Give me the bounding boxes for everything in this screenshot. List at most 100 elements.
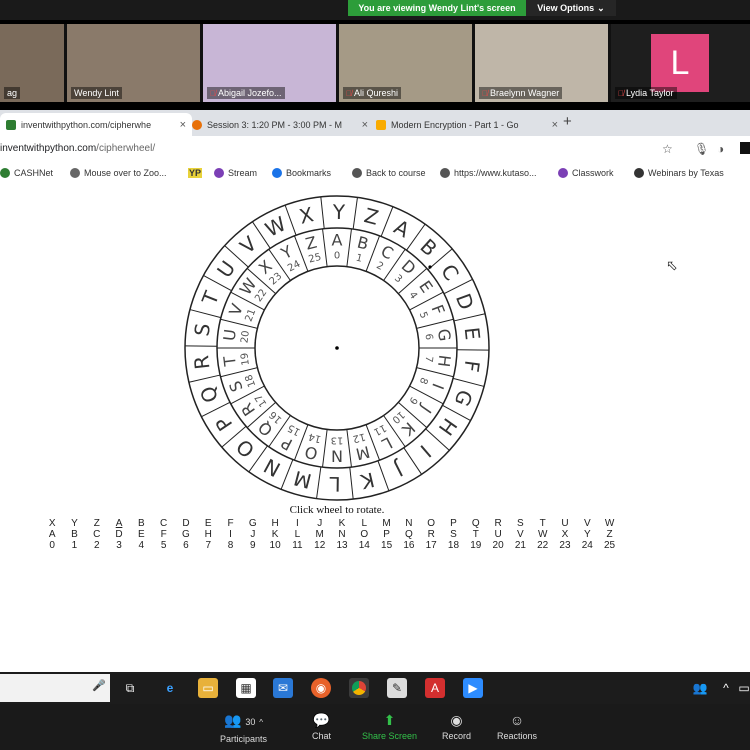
participant-name: 🎙̸ Lydia Taylor: [615, 87, 677, 99]
url-path: /cipherwheel/: [96, 143, 156, 154]
table-cell: W: [604, 518, 615, 529]
network-icon[interactable]: ▭: [734, 678, 750, 698]
acrobat-icon[interactable]: A: [425, 678, 445, 698]
table-cell: A: [48, 529, 56, 540]
emoji-icon: ☺: [509, 712, 525, 728]
bookmark-item[interactable]: CASHNet: [0, 168, 53, 178]
participant-tile[interactable]: 🎙̸ Braelynn Wagner: [475, 24, 608, 102]
participant-name: 🎙̸ Ali Qureshi: [343, 87, 402, 99]
address-bar: inventwithpython.com/cipherwheel/ ☆ 🎙 ◑: [0, 136, 750, 163]
inner-number: 20: [239, 330, 251, 344]
inner-letter: A: [332, 231, 343, 250]
participants-button[interactable]: 👥 30 ^ Participants: [220, 712, 267, 744]
view-options-label: View Options: [537, 3, 595, 13]
record-button[interactable]: ◉ Record: [442, 712, 471, 741]
table-cell: 0: [49, 540, 55, 551]
url-field[interactable]: inventwithpython.com/cipherwheel/: [0, 143, 155, 154]
bookmark-item[interactable]: Bookmarks: [272, 168, 331, 178]
table-cell: Z: [606, 529, 613, 540]
participant-tile[interactable]: Wendy Lint: [67, 24, 200, 102]
table-cell: Y: [583, 529, 591, 540]
store-icon[interactable]: ▦: [236, 678, 256, 698]
star-icon[interactable]: ☆: [662, 142, 673, 156]
table-cell: F: [160, 529, 167, 540]
muted-mic-icon: 🎙̸: [618, 88, 624, 98]
tab-cipherwheel[interactable]: inventwithpython.com/cipherwhe ×: [0, 113, 192, 136]
table-cell: Y: [71, 518, 78, 529]
chevron-up-icon[interactable]: ^: [716, 678, 736, 698]
participant-tile[interactable]: ag: [0, 24, 64, 102]
table-cell: V: [517, 529, 524, 540]
table-cell: T: [472, 529, 479, 540]
firefox-icon[interactable]: ◉: [311, 678, 331, 698]
table-cell: 17: [425, 540, 437, 551]
extension-icon[interactable]: ◑: [717, 142, 724, 156]
microphone-icon[interactable]: 🎙: [694, 142, 709, 156]
mail-icon[interactable]: ✉: [273, 678, 293, 698]
microphone-icon[interactable]: 🎤: [92, 679, 106, 692]
participant-name: 🎙̸ Braelynn Wagner: [479, 87, 563, 99]
people-icon: 👥: [224, 712, 242, 728]
table-cell: 19: [470, 540, 482, 551]
bookmark-item[interactable]: Back to course: [352, 168, 426, 178]
table-cell: 4: [138, 540, 145, 551]
participant-tile[interactable]: 🎙̸ Abigail Jozefo...: [203, 24, 336, 102]
table-cell: 16: [403, 540, 415, 551]
table-cell: I: [229, 529, 232, 540]
table-cell: P: [383, 529, 390, 540]
view-options-button[interactable]: View Options ⌄: [526, 0, 616, 16]
chrome-icon[interactable]: [349, 678, 369, 698]
inner-number: 0: [334, 251, 340, 262]
cipher-wheel[interactable]: ABCDEFGHIJKLMNOPQRSTUVW X Y ZA0B1 C2 D3 E4F5G6…: [182, 193, 492, 503]
inner-letter: H: [434, 354, 454, 368]
table-cell: V: [583, 518, 591, 529]
chevron-down-icon: ⌄: [597, 2, 605, 13]
table-cell: K: [271, 529, 279, 540]
bookmark-item[interactable]: Webinars by Texas: [634, 168, 724, 178]
file-explorer-icon[interactable]: ▭: [198, 678, 218, 698]
share-screen-label: Share Screen: [362, 731, 418, 741]
document-icon[interactable]: ✎: [387, 678, 407, 698]
table-cell: 13: [336, 540, 348, 551]
bookmark-item[interactable]: Stream: [214, 168, 257, 178]
reactions-button[interactable]: ☺ Reactions: [497, 712, 537, 741]
bookmarks-bar: CASHNet Mouse over to Zoo... YP Stream Bookm…: [0, 163, 750, 187]
table-cell: Q: [405, 529, 413, 540]
share-screen-button[interactable]: ⬆ Share Screen: [362, 712, 417, 741]
outer-letter: E: [460, 326, 485, 341]
tab-modern-encryption[interactable]: Modern Encryption - Part 1 - Go ×: [370, 113, 564, 136]
table-cell: 2: [93, 540, 100, 551]
people-icon[interactable]: 👥: [690, 678, 710, 698]
inner-number: 19: [239, 352, 251, 366]
zoom-icon[interactable]: ▶: [463, 678, 483, 698]
bookmark-icon: [558, 168, 568, 178]
bookmark-item[interactable]: Classwork: [558, 168, 614, 178]
tab-session[interactable]: Session 3: 1:20 PM - 3:00 PM - M ×: [186, 113, 374, 136]
bookmark-item[interactable]: YP: [188, 168, 203, 178]
profile-icon[interactable]: [740, 142, 750, 154]
inner-letter: N: [331, 447, 343, 466]
bookmark-icon: [0, 168, 10, 178]
bookmark-item[interactable]: https://www.kutaso...: [440, 168, 537, 178]
table-cell: O: [427, 518, 436, 529]
table-cell: Q: [471, 518, 480, 529]
participant-name: Wendy Lint: [71, 87, 122, 99]
wheel-caption: Click wheel to rotate.: [289, 504, 385, 516]
close-icon[interactable]: ×: [362, 119, 368, 131]
site-favicon-icon: [6, 119, 16, 130]
table-cell: 8: [227, 540, 234, 551]
bookmark-item[interactable]: Mouse over to Zoo...: [70, 168, 167, 178]
task-view-icon[interactable]: ⧉: [120, 678, 140, 698]
close-icon[interactable]: ×: [552, 119, 558, 131]
participant-tile[interactable]: L 🎙̸ Lydia Taylor: [611, 24, 750, 102]
edge-icon[interactable]: e: [160, 678, 180, 698]
table-cell: 7: [205, 540, 211, 551]
participant-tile[interactable]: 🎙̸ Ali Qureshi: [339, 24, 472, 102]
chat-button[interactable]: 💬 Chat: [312, 712, 331, 741]
table-cell: 14: [358, 540, 370, 551]
viewing-banner: You are viewing Wendy Lint's screen: [348, 0, 526, 16]
chevron-up-icon: ^: [259, 718, 264, 727]
browser-tabstrip: inventwithpython.com/cipherwhe × Session…: [0, 110, 750, 136]
table-cell: 25: [604, 540, 616, 551]
new-tab-button[interactable]: +: [563, 113, 572, 130]
